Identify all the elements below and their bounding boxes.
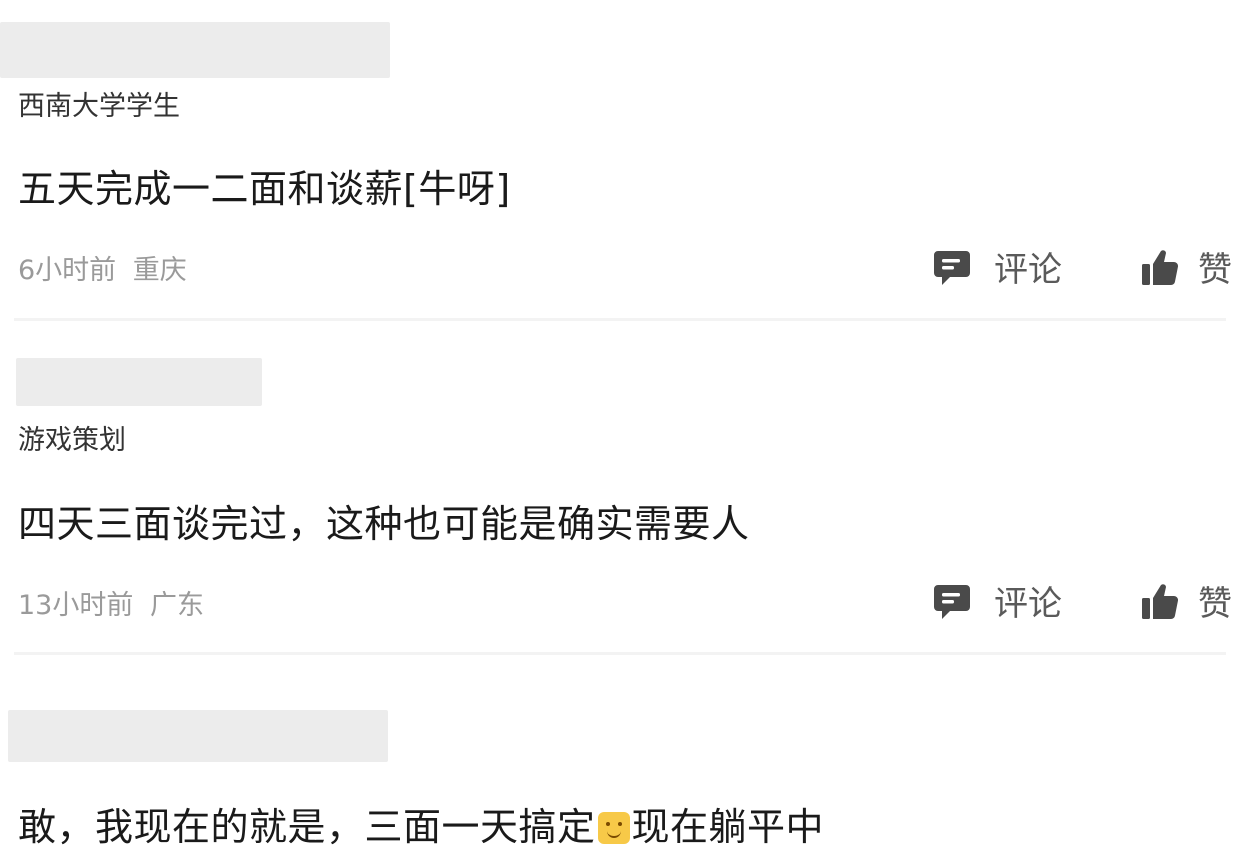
comment-text: 五天完成一二面和谈薪[牛呀] xyxy=(18,167,511,211)
like-button[interactable]: 赞 xyxy=(1140,242,1232,291)
divider xyxy=(14,652,1226,655)
comment-text: 四天三面谈完过，这种也可能是确实需要人 xyxy=(18,502,750,546)
user-tag: 西南大学学生 xyxy=(18,91,180,122)
smile-emoji-icon xyxy=(597,812,630,844)
comment-time: 13小时前 xyxy=(18,590,134,621)
comment-bubble-icon xyxy=(934,250,970,285)
comment-meta: 13小时前 广东 xyxy=(18,583,204,622)
redacted-username xyxy=(0,22,390,78)
comment-text-part: 敢，我现在的就是，三面一天搞定 xyxy=(18,805,596,849)
thumbs-up-icon xyxy=(1142,583,1179,619)
reply-label: 评论 xyxy=(994,250,1062,290)
comment-text-part: 现在躺平中 xyxy=(631,805,825,849)
divider xyxy=(14,318,1226,321)
like-label: 赞 xyxy=(1198,584,1232,624)
reply-button[interactable]: 评论 xyxy=(932,576,1062,625)
like-button[interactable]: 赞 xyxy=(1140,576,1232,625)
user-tag: 游戏策划 xyxy=(18,425,126,456)
comment-bubble-icon xyxy=(934,584,970,619)
like-label: 赞 xyxy=(1198,250,1232,290)
redacted-username xyxy=(8,710,388,762)
thumbs-up-icon xyxy=(1142,249,1179,285)
comment-time: 6小时前 xyxy=(18,255,117,286)
redacted-username xyxy=(16,358,262,406)
comment-location: 广东 xyxy=(149,590,204,621)
comment-meta: 6小时前 重庆 xyxy=(18,248,187,287)
comment-location: 重庆 xyxy=(132,255,187,286)
reply-label: 评论 xyxy=(994,584,1062,624)
reply-button[interactable]: 评论 xyxy=(932,242,1062,291)
comment-text: 敢，我现在的就是，三面一天搞定 现在躺平中 xyxy=(18,796,824,851)
